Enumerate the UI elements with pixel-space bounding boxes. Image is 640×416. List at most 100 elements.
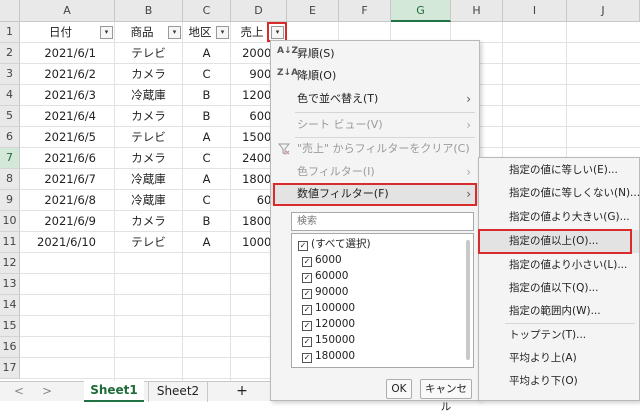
cell-date[interactable]: 2021/6/7	[20, 169, 115, 190]
cell-product[interactable]: 冷蔵庫	[115, 85, 183, 106]
cell-region[interactable]: B	[183, 106, 231, 127]
checkbox-checked-icon[interactable]: ✓	[302, 257, 312, 267]
sort-ascending-item[interactable]: A↓Z 昇順(S)	[271, 43, 479, 65]
column-header-d[interactable]: D	[231, 0, 287, 22]
checkbox-checked-icon[interactable]: ✓	[302, 289, 312, 299]
cell-date[interactable]: 2021/6/1	[20, 43, 115, 64]
column-header-e[interactable]: E	[287, 0, 339, 22]
column-header-a[interactable]: A	[20, 0, 115, 22]
row-header[interactable]: 10	[0, 211, 20, 232]
row-header[interactable]: 3	[0, 64, 20, 85]
cell-region[interactable]: C	[183, 148, 231, 169]
clear-filter-item[interactable]: "売上" からフィルターをクリア(C)	[271, 138, 479, 160]
tab-scroll-next-button[interactable]: >	[40, 382, 54, 402]
cell-product[interactable]: カメラ	[115, 211, 183, 232]
corner-cell[interactable]	[0, 0, 20, 22]
checkbox-checked-icon[interactable]: ✓	[302, 305, 312, 315]
submenu-item-top-ten[interactable]: トップテン(T)...	[479, 324, 639, 347]
filter-dropdown-c[interactable]: ▾	[216, 26, 229, 39]
tab-scroll-prev-button[interactable]: <	[12, 382, 26, 402]
filter-value-item[interactable]: ✓ 100000	[302, 300, 355, 316]
cell-region[interactable]: B	[183, 85, 231, 106]
cell-product[interactable]: テレビ	[115, 127, 183, 148]
cell-date[interactable]: 2021/6/10	[20, 232, 115, 253]
submenu-item-below-average[interactable]: 平均より下(O)	[479, 370, 639, 393]
filter-value-item[interactable]: ✓ 60000	[302, 268, 348, 284]
number-filter-item[interactable]: 数値フィルター(F) ›	[271, 183, 479, 205]
cell-date[interactable]: 2021/6/9	[20, 211, 115, 232]
submenu-item-equals[interactable]: 指定の値に等しい(E)...	[479, 159, 639, 182]
filter-dropdown-b[interactable]: ▾	[168, 26, 181, 39]
tab-sheet1[interactable]: Sheet1	[84, 381, 144, 402]
row-header[interactable]: 1	[0, 22, 20, 43]
row-header[interactable]: 17	[0, 358, 20, 379]
cell-date[interactable]: 2021/6/5	[20, 127, 115, 148]
filter-value-item[interactable]: ✓ 150000	[302, 332, 355, 348]
column-header-c[interactable]: C	[183, 0, 231, 22]
sort-by-color-item[interactable]: 色で並べ替え(T) ›	[271, 88, 479, 110]
cell-date[interactable]: 2021/6/8	[20, 190, 115, 211]
filter-dropdown-a[interactable]: ▾	[100, 26, 113, 39]
ok-button[interactable]: OK	[386, 379, 412, 399]
filter-value-item[interactable]: ✓ 6000	[302, 252, 342, 268]
row-header[interactable]: 6	[0, 127, 20, 148]
filter-value-item[interactable]: ✓ 90000	[302, 284, 348, 300]
cell-region[interactable]: A	[183, 169, 231, 190]
cell-date[interactable]: 2021/6/2	[20, 64, 115, 85]
submenu-item-above-average[interactable]: 平均より上(A)	[479, 347, 639, 370]
tab-sheet2[interactable]: Sheet2	[148, 382, 208, 402]
filter-value-item[interactable]: ✓ (すべて選択)	[298, 236, 371, 252]
checkbox-checked-icon[interactable]: ✓	[302, 337, 312, 347]
submenu-item-greater-than[interactable]: 指定の値より大きい(G)...	[479, 206, 639, 229]
color-filter-item[interactable]: 色フィルター(I) ›	[271, 161, 479, 183]
filter-dropdown-d[interactable]: ▾	[271, 26, 284, 39]
row-header[interactable]: 2	[0, 43, 20, 64]
checkbox-checked-icon[interactable]: ✓	[302, 273, 312, 283]
cell-region[interactable]: A	[183, 43, 231, 64]
row-header[interactable]: 12	[0, 253, 20, 274]
cell-product[interactable]: 冷蔵庫	[115, 169, 183, 190]
row-header[interactable]: 15	[0, 316, 20, 337]
filter-search-input[interactable]: 検索	[291, 212, 474, 231]
row-header[interactable]: 14	[0, 295, 20, 316]
row-header[interactable]: 11	[0, 232, 20, 253]
row-header[interactable]: 5	[0, 106, 20, 127]
cell-product[interactable]: テレビ	[115, 232, 183, 253]
submenu-item-between[interactable]: 指定の範囲内(W)...	[479, 300, 639, 323]
submenu-item-greater-or-equal[interactable]: 指定の値以上(O)...	[479, 230, 639, 253]
cell-date[interactable]: 2021/6/4	[20, 106, 115, 127]
row-header[interactable]: 16	[0, 337, 20, 358]
row-header[interactable]: 8	[0, 169, 20, 190]
cell-region[interactable]: A	[183, 127, 231, 148]
column-header-g[interactable]: G	[391, 0, 451, 22]
cell-date[interactable]: 2021/6/6	[20, 148, 115, 169]
row-header[interactable]: 4	[0, 85, 20, 106]
column-header-i[interactable]: I	[503, 0, 567, 22]
cell-product[interactable]: 冷蔵庫	[115, 190, 183, 211]
add-sheet-button[interactable]: +	[232, 382, 252, 402]
filter-value-item[interactable]: ✓ 180000	[302, 348, 355, 364]
filter-value-item[interactable]: ✓200000	[302, 364, 355, 367]
cell-product[interactable]: カメラ	[115, 148, 183, 169]
checkbox-checked-icon[interactable]: ✓	[298, 241, 308, 251]
checkbox-checked-icon[interactable]: ✓	[302, 353, 312, 363]
cell-region[interactable]: B	[183, 211, 231, 232]
filter-value-item[interactable]: ✓ 120000	[302, 316, 355, 332]
submenu-item-less-than[interactable]: 指定の値より小さい(L)...	[479, 254, 639, 277]
submenu-item-not-equals[interactable]: 指定の値に等しくない(N)...	[479, 182, 640, 205]
column-header-f[interactable]: F	[339, 0, 391, 22]
cancel-button[interactable]: キャンセル	[420, 379, 472, 413]
column-header-h[interactable]: H	[451, 0, 503, 22]
cell-date[interactable]: 2021/6/3	[20, 85, 115, 106]
sort-descending-item[interactable]: Z↓A 降順(O)	[271, 65, 479, 87]
cell-product[interactable]: テレビ	[115, 43, 183, 64]
row-header[interactable]: 13	[0, 274, 20, 295]
cell-product[interactable]: カメラ	[115, 64, 183, 85]
cell-region[interactable]: C	[183, 190, 231, 211]
cell-product[interactable]: カメラ	[115, 106, 183, 127]
submenu-item-less-or-equal[interactable]: 指定の値以下(Q)...	[479, 277, 639, 300]
cell-region[interactable]: A	[183, 232, 231, 253]
row-header[interactable]: 7	[0, 148, 20, 169]
sheet-view-item[interactable]: シート ビュー(V) ›	[271, 114, 479, 136]
cell-region[interactable]: C	[183, 64, 231, 85]
